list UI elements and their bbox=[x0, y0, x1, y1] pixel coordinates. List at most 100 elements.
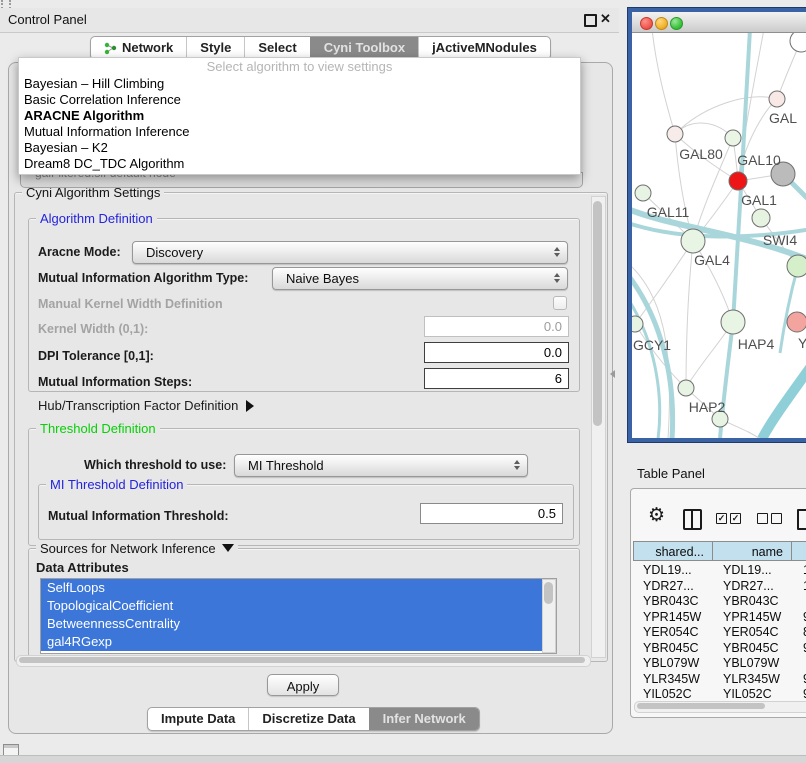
algorithm-option[interactable]: Basic Correlation Inference bbox=[19, 92, 580, 108]
table-panel-title: Table Panel bbox=[637, 466, 705, 481]
node-gal11[interactable] bbox=[635, 185, 651, 201]
control-panel-titlebar bbox=[0, 8, 619, 33]
settings-horizontal-scrollbar[interactable] bbox=[16, 655, 591, 667]
mi-steps-label: Mutual Information Steps: bbox=[38, 375, 192, 389]
algorithm-option[interactable]: Dream8 DC_TDC Algorithm bbox=[19, 156, 580, 172]
table-horizontal-scrollbar[interactable] bbox=[634, 701, 806, 713]
node-label: GAL1 bbox=[741, 192, 777, 208]
sources-title[interactable]: Sources for Network Inference bbox=[36, 541, 238, 556]
manual-kernel-width-checkbox[interactable] bbox=[553, 296, 567, 310]
table-row[interactable]: YBL079W YBL079W bbox=[633, 656, 806, 672]
node-gal10[interactable] bbox=[725, 130, 741, 146]
data-attributes-list[interactable]: SelfLoops TopologicalCoefficient Between… bbox=[40, 578, 557, 654]
node-label: SWI4 bbox=[763, 232, 797, 248]
node-label: GAL80 bbox=[679, 146, 723, 162]
tab-discretize-data[interactable]: Discretize Data bbox=[248, 708, 368, 730]
clear-all-checks-icon[interactable] bbox=[757, 513, 768, 524]
float-window-icon[interactable] bbox=[584, 14, 597, 27]
node[interactable] bbox=[787, 312, 806, 332]
column-header-clipped[interactable] bbox=[791, 541, 806, 561]
aracne-mode-label: Aracne Mode: bbox=[38, 245, 121, 259]
algorithm-dropdown-popup: Select algorithm to view settings Bayesi… bbox=[18, 57, 581, 175]
table-row[interactable]: YLR345W YLR345W 9. bbox=[633, 672, 806, 688]
network-window-titlebar[interactable] bbox=[632, 12, 806, 33]
column-header-name[interactable]: name bbox=[712, 541, 792, 561]
node[interactable] bbox=[769, 91, 785, 107]
list-item[interactable]: gal4RGexp bbox=[41, 633, 556, 651]
list-item[interactable]: TopologicalCoefficient bbox=[41, 597, 556, 615]
clear-all-checks-icon[interactable] bbox=[771, 513, 782, 524]
algorithm-option[interactable]: Bayesian – K2 bbox=[19, 140, 580, 156]
column-layout-icon[interactable] bbox=[683, 509, 702, 530]
table-row[interactable]: YBR045C YBR045C 9. bbox=[633, 641, 806, 657]
algorithm-dropdown-prompt: Select algorithm to view settings bbox=[19, 58, 580, 76]
tab-jactivemnodules[interactable]: jActiveMNodules bbox=[418, 37, 550, 59]
threshold-definition-title: Threshold Definition bbox=[36, 421, 160, 436]
settings-vertical-scrollbar[interactable] bbox=[591, 196, 606, 658]
column-header-shared[interactable]: shared... bbox=[633, 541, 713, 561]
node-gcy1[interactable] bbox=[632, 316, 643, 332]
network-icon bbox=[104, 42, 117, 55]
node-swi4[interactable] bbox=[752, 209, 770, 227]
kernel-width-label: Kernel Width (0,1): bbox=[38, 322, 148, 336]
tab-network[interactable]: Network bbox=[91, 37, 186, 59]
node-hap4[interactable] bbox=[721, 310, 745, 334]
select-all-checks-icon[interactable]: ✓ bbox=[716, 513, 727, 524]
network-canvas[interactable]: GAL GAL80 GAL10 GAL1 GAL11 SWI4 GAL4 GCY… bbox=[632, 33, 806, 438]
node-gal80[interactable] bbox=[667, 126, 683, 142]
new-table-icon[interactable] bbox=[797, 509, 806, 530]
minimize-traffic-light[interactable] bbox=[655, 17, 668, 30]
algorithm-option-highlighted[interactable]: ARACNE Algorithm bbox=[19, 108, 580, 124]
select-all-checks-icon[interactable]: ✓ bbox=[730, 513, 741, 524]
node-gal4[interactable] bbox=[681, 229, 705, 253]
attributes-list-scrollbar[interactable] bbox=[542, 579, 556, 653]
network-node-labels: GAL GAL80 GAL10 GAL1 GAL11 SWI4 GAL4 GCY… bbox=[633, 110, 806, 415]
close-traffic-light[interactable] bbox=[640, 17, 653, 30]
kernel-width-field[interactable]: 0.0 bbox=[424, 316, 569, 337]
mi-algorithm-type-combo[interactable]: Naive Bayes bbox=[272, 267, 568, 290]
mi-algorithm-type-label: Mutual Information Algorithm Type: bbox=[38, 271, 248, 285]
algorithm-option[interactable]: Bayesian – Hill Climbing bbox=[19, 76, 580, 92]
dpi-tolerance-field[interactable]: 0.0 bbox=[424, 342, 569, 363]
which-threshold-combo[interactable]: MI Threshold bbox=[234, 454, 528, 477]
node-hap2[interactable] bbox=[678, 380, 694, 396]
dpi-tolerance-label: DPI Tolerance [0,1]: bbox=[38, 349, 154, 363]
table-row[interactable]: YDR27... YDR27... 12 bbox=[633, 579, 806, 595]
close-icon[interactable]: ✕ bbox=[600, 11, 611, 27]
table-panel: ⚙ ✓ ✓ shared... name YDL19... YDL19... 1… bbox=[630, 488, 806, 718]
table-row[interactable]: YPR145W YPR145W 9. bbox=[633, 610, 806, 626]
node-label: GAL4 bbox=[694, 252, 730, 268]
hub-definition-expander[interactable]: Hub/Transcription Factor Definition bbox=[38, 398, 254, 413]
collapse-down-icon bbox=[222, 544, 234, 552]
node-label: GAL11 bbox=[647, 204, 690, 220]
node-gal1[interactable] bbox=[729, 172, 747, 190]
network-view-window[interactable]: GAL GAL80 GAL10 GAL1 GAL11 SWI4 GAL4 GCY… bbox=[628, 8, 806, 442]
list-item[interactable]: BetweennessCentrality bbox=[41, 615, 556, 633]
mi-threshold-definition-title: MI Threshold Definition bbox=[46, 477, 187, 492]
table-row[interactable]: YIL052C YIL052C 9 bbox=[633, 687, 806, 700]
zoom-traffic-light[interactable] bbox=[670, 17, 683, 30]
list-item[interactable]: SelfLoops bbox=[41, 579, 556, 597]
node[interactable] bbox=[790, 33, 806, 52]
table-row[interactable]: YBR043C YBR043C bbox=[633, 594, 806, 610]
expand-right-icon bbox=[246, 400, 254, 412]
node-label: Y bbox=[798, 335, 806, 351]
tab-style[interactable]: Style bbox=[186, 37, 244, 59]
table-row[interactable]: YDL19... YDL19... 13 bbox=[633, 563, 806, 579]
apply-button[interactable]: Apply bbox=[267, 674, 339, 696]
tab-infer-network[interactable]: Infer Network bbox=[369, 708, 479, 730]
gear-icon[interactable]: ⚙ bbox=[648, 504, 665, 526]
table-row[interactable]: YER054C YER054C 8. bbox=[633, 625, 806, 641]
tab-select[interactable]: Select bbox=[244, 37, 309, 59]
tab-cyni-toolbox[interactable]: Cyni Toolbox bbox=[310, 37, 418, 59]
mi-threshold-field[interactable]: 0.5 bbox=[420, 503, 563, 524]
node[interactable] bbox=[787, 255, 806, 277]
control-panel-title: Control Panel bbox=[8, 12, 87, 27]
splitter-handle[interactable] bbox=[610, 370, 615, 378]
node-label: GAL bbox=[769, 110, 797, 126]
aracne-mode-combo[interactable]: Discovery bbox=[132, 241, 568, 264]
algorithm-option[interactable]: Mutual Information Inference bbox=[19, 124, 580, 140]
mi-steps-field[interactable]: 6 bbox=[424, 368, 569, 389]
algorithm-definition-title: Algorithm Definition bbox=[36, 211, 157, 226]
tab-impute-data[interactable]: Impute Data bbox=[148, 708, 248, 730]
